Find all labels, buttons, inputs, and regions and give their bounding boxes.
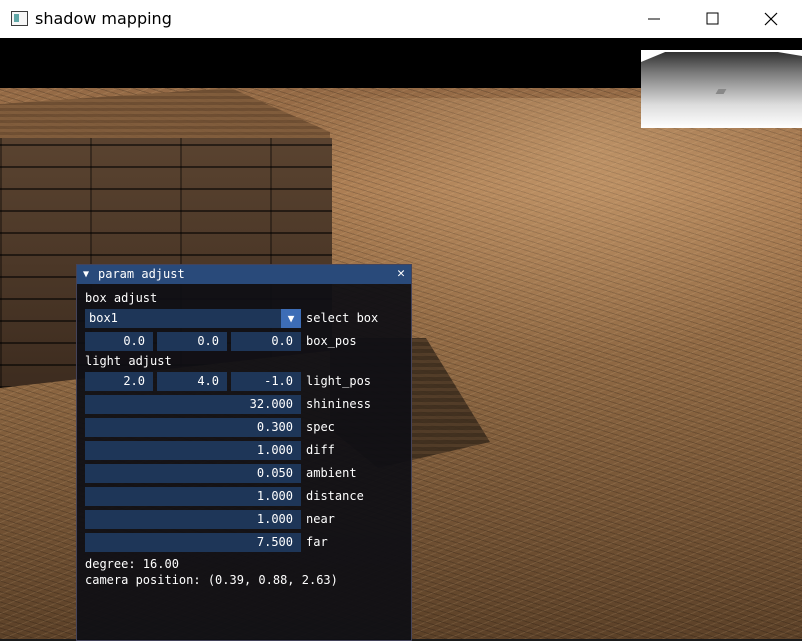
minimize-button[interactable] (626, 0, 684, 38)
diff-label: diff (306, 443, 335, 457)
maximize-button[interactable] (684, 0, 742, 38)
far-slider[interactable]: 7.500 (85, 533, 301, 552)
light-pos-z-field[interactable]: -1.0 (231, 372, 301, 391)
shininess-label: shininess (306, 397, 372, 411)
light-adjust-heading: light adjust (85, 354, 172, 368)
panel-header[interactable]: ▼ param adjust ✕ (77, 265, 411, 284)
box-pos-y-field[interactable]: 0.0 (157, 332, 227, 351)
camera-position-readout: camera position: (0.39, 0.88, 2.63) (85, 573, 338, 587)
panel-title: param adjust (98, 267, 185, 281)
degree-readout: degree: 16.00 (85, 557, 179, 571)
collapse-triangle-icon[interactable]: ▼ (83, 269, 89, 280)
near-label: near (306, 512, 335, 526)
spec-label: spec (306, 420, 335, 434)
close-icon (764, 12, 778, 26)
distance-label: distance (306, 489, 364, 503)
box-pos-z-field[interactable]: 0.0 (231, 332, 301, 351)
shininess-slider[interactable]: 32.000 (85, 395, 301, 414)
spec-slider[interactable]: 0.300 (85, 418, 301, 437)
depth-map-preview (641, 50, 802, 128)
title-bar: shadow mapping (0, 0, 802, 39)
distance-slider[interactable]: 1.000 (85, 487, 301, 506)
light-pos-y-field[interactable]: 4.0 (157, 372, 227, 391)
box-adjust-heading: box adjust (85, 291, 158, 305)
diff-slider[interactable]: 1.000 (85, 441, 301, 460)
select-box-value: box1 (89, 311, 118, 325)
ambient-slider[interactable]: 0.050 (85, 464, 301, 483)
depth-map-box (715, 89, 727, 94)
dropdown-arrow-icon[interactable]: ▼ (281, 309, 301, 328)
select-box-combo[interactable]: box1 ▼ (85, 309, 301, 328)
window-title: shadow mapping (35, 9, 172, 28)
panel-close-icon[interactable]: ✕ (397, 266, 405, 281)
box-pos-label: box_pos (306, 334, 357, 348)
near-slider[interactable]: 1.000 (85, 510, 301, 529)
light-pos-label: light_pos (306, 374, 372, 388)
far-label: far (306, 535, 328, 549)
app-icon (11, 11, 28, 26)
select-box-label: select box (306, 311, 379, 325)
param-adjust-window[interactable]: ▼ param adjust ✕ box adjust box1 ▼ selec… (76, 264, 412, 641)
maximize-icon (706, 12, 719, 25)
box-pos-x-field[interactable]: 0.0 (85, 332, 153, 351)
ambient-label: ambient (306, 466, 357, 480)
minimize-icon (648, 18, 660, 20)
light-pos-x-field[interactable]: 2.0 (85, 372, 153, 391)
close-button[interactable] (742, 0, 800, 38)
